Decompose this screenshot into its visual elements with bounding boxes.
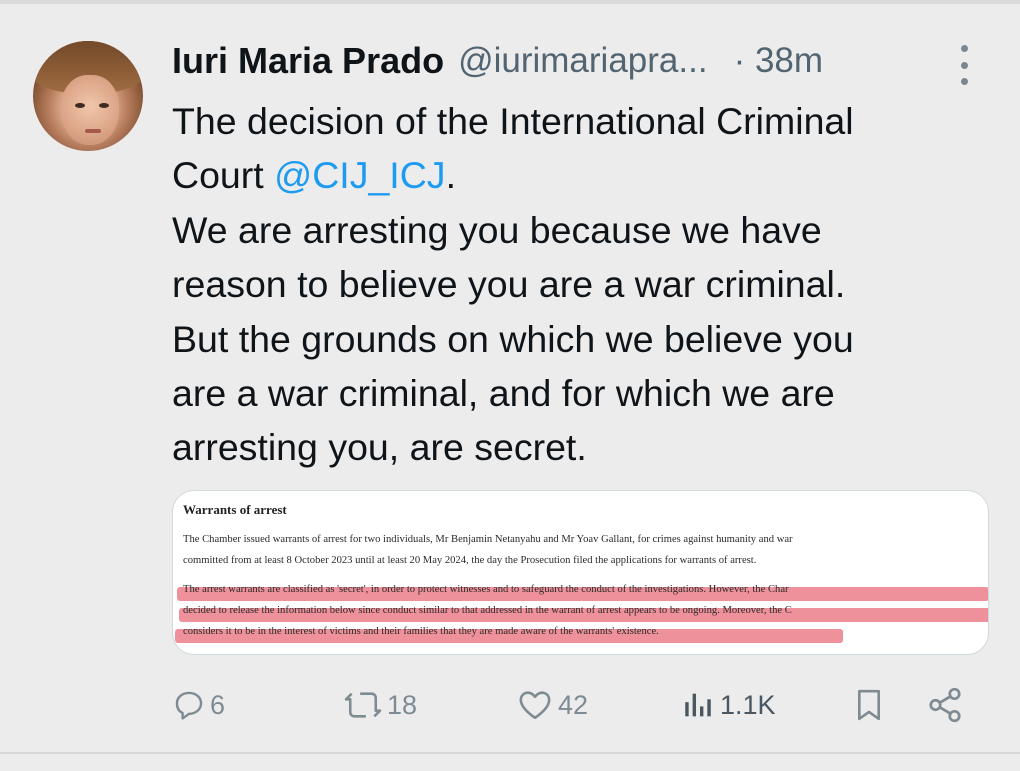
document-paragraph-2: The arrest warrants are classified as 's… xyxy=(183,584,792,637)
attached-image[interactable]: Warrants of arrest The Chamber issued wa… xyxy=(172,490,989,655)
reply-button[interactable]: 6 xyxy=(172,680,225,730)
like-button[interactable]: 42 xyxy=(516,680,588,730)
repost-button[interactable]: 18 xyxy=(343,680,417,730)
tweet-text: The decision of the International Crimin… xyxy=(172,94,972,475)
timestamp[interactable]: · 38m xyxy=(734,41,823,81)
repost-icon xyxy=(344,692,382,718)
share-icon xyxy=(929,687,961,723)
tweet-line: We are arresting you because we have xyxy=(172,208,822,251)
like-count: 42 xyxy=(558,689,589,720)
action-bar: 6 18 42 1.1K xyxy=(0,680,1020,730)
repost-count: 18 xyxy=(387,689,418,720)
tweet-line: But the grounds on which we believe you xyxy=(172,317,854,360)
bookmark-icon xyxy=(857,689,881,721)
reply-count: 6 xyxy=(210,689,226,720)
tweet-line: arresting you, are secret. xyxy=(172,426,587,469)
top-divider xyxy=(0,0,1020,4)
avatar[interactable] xyxy=(33,41,143,151)
bookmark-button[interactable] xyxy=(852,680,886,730)
document-paragraph-1: The Chamber issued warrants of arrest fo… xyxy=(183,534,793,566)
tweet-line: reason to believe you are a war criminal… xyxy=(172,263,846,306)
more-icon[interactable] xyxy=(952,45,976,85)
views-count: 1.1K xyxy=(720,689,776,720)
views-icon xyxy=(685,693,711,717)
tweet-line: The decision of the International Crimin… xyxy=(172,100,854,142)
mention-link[interactable]: @CIJ_ICJ xyxy=(274,154,445,196)
user-handle[interactable]: @iurimariapra... xyxy=(458,41,707,81)
bottom-divider xyxy=(0,752,1020,754)
tweet-line: are a war criminal, and for which we are xyxy=(172,372,835,415)
share-button[interactable] xyxy=(926,680,964,730)
tweet-header: Iuri Maria Prado @iurimariapra... · 38m xyxy=(172,36,823,86)
like-icon xyxy=(519,691,551,720)
views-button[interactable]: 1.1K xyxy=(680,680,776,730)
display-name[interactable]: Iuri Maria Prado xyxy=(172,40,444,82)
reply-icon xyxy=(175,691,203,720)
document-title: Warrants of arrest xyxy=(183,502,287,517)
tweet-line: Court @CIJ_ICJ. xyxy=(172,154,456,197)
